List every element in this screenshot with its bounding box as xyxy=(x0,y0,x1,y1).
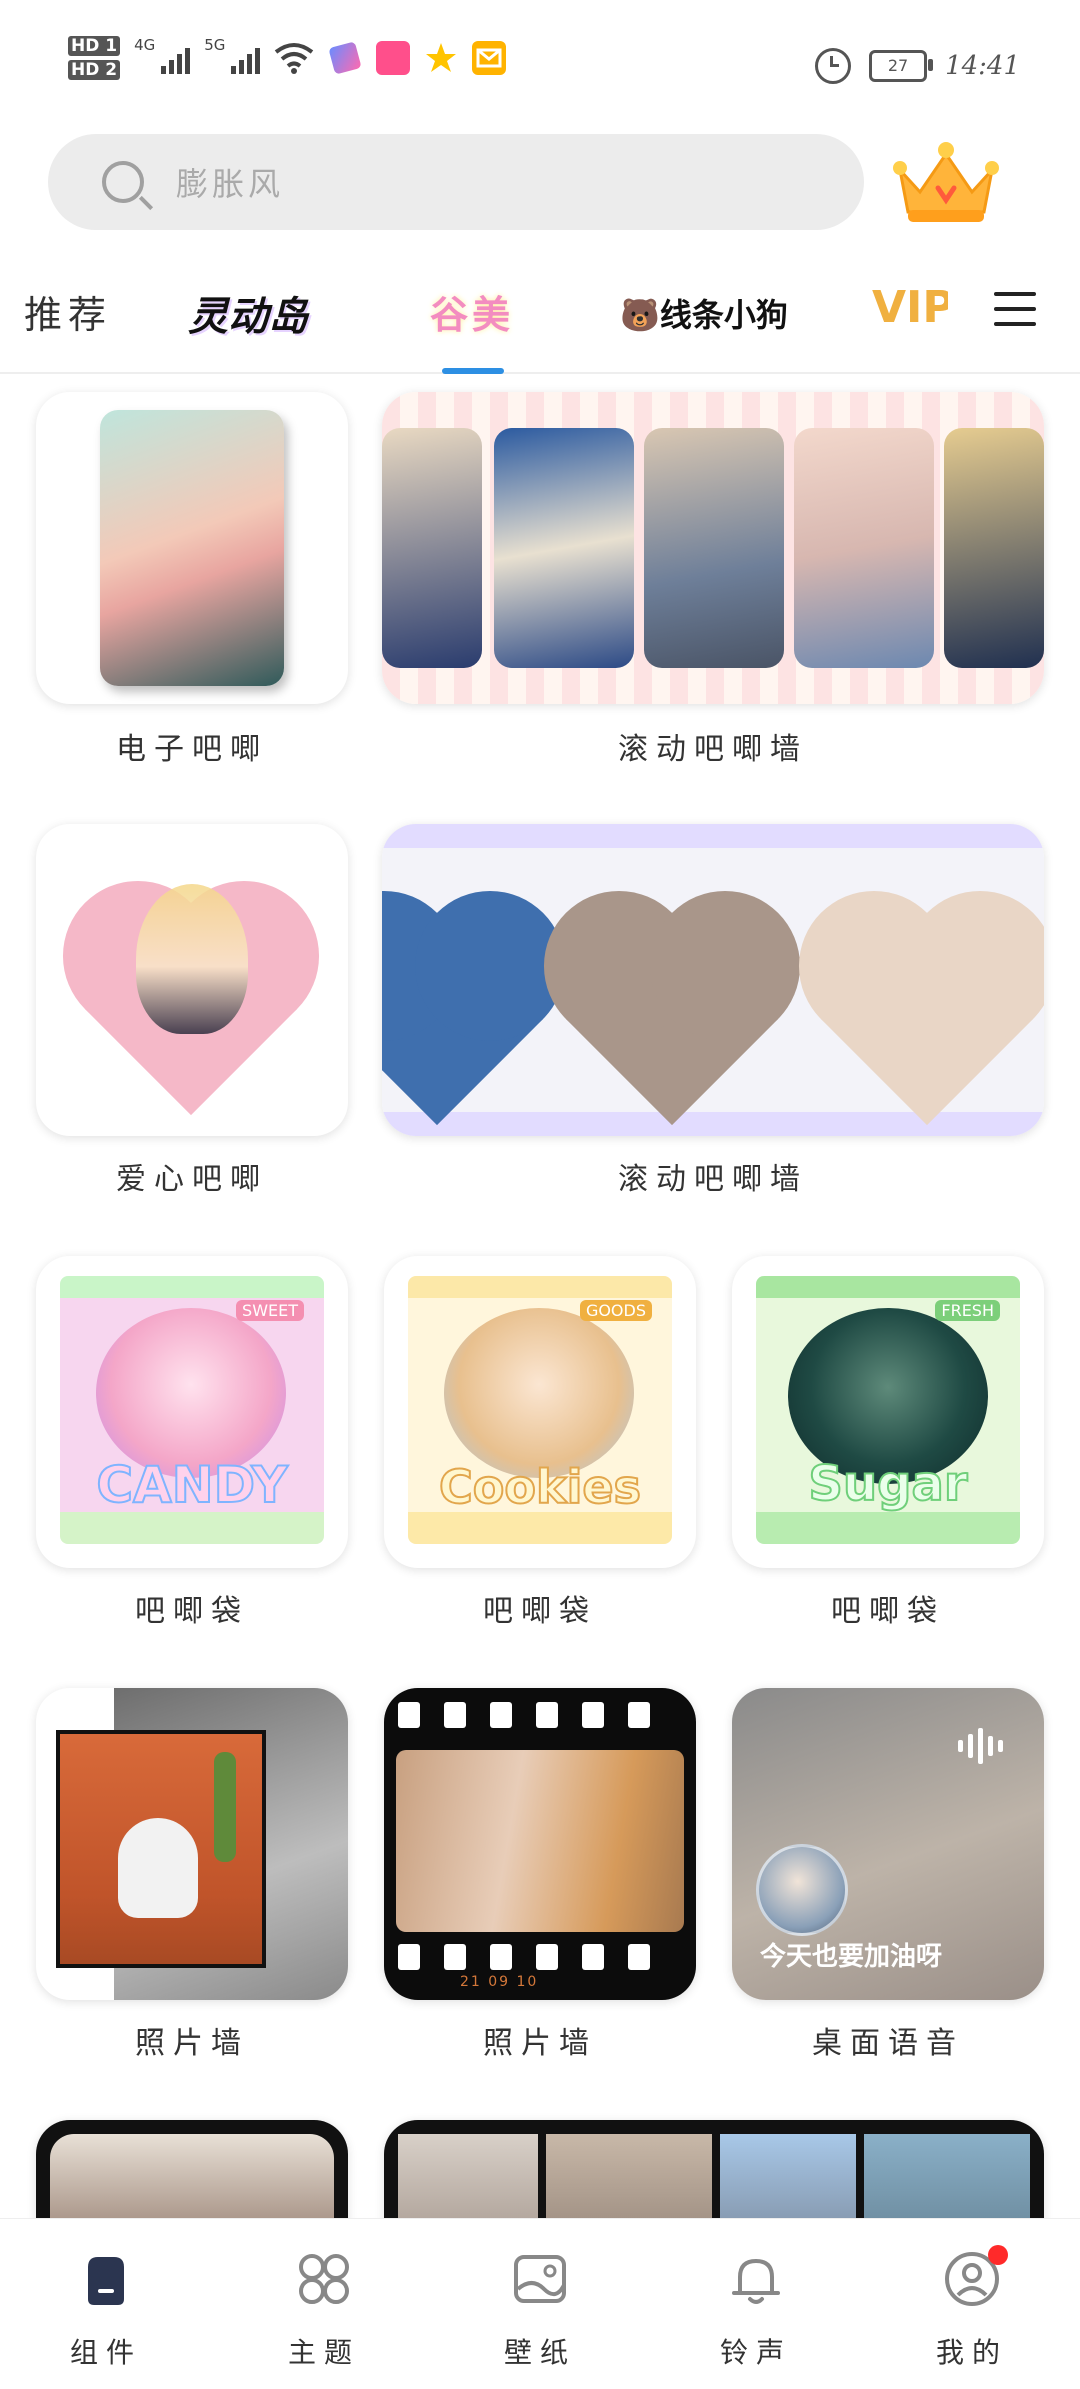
widget-card-portrait[interactable] xyxy=(36,2120,348,2218)
bell-icon xyxy=(732,2259,780,2304)
wallpaper-icon xyxy=(514,2255,566,2303)
widget-card-e-badge[interactable] xyxy=(36,392,348,704)
widget-card-desktop-voice[interactable]: 今天也要加油呀 xyxy=(732,1688,1044,2000)
bag-tag: FRESH xyxy=(935,1300,1000,1321)
voice-wave-icon xyxy=(958,1728,1003,1764)
tab-recommend[interactable]: 推荐 xyxy=(24,284,112,339)
nav-item-ringtone[interactable]: 铃声 xyxy=(676,2249,836,2371)
theme-icon xyxy=(299,2254,349,2304)
voice-text: 今天也要加油呀 xyxy=(760,1942,943,1972)
signal-icon xyxy=(161,42,191,74)
badge-thumbnail xyxy=(644,428,784,668)
net2-label: 5G xyxy=(204,36,226,54)
nav-label: 组件 xyxy=(69,2336,142,2369)
widget-card-heart-badge[interactable] xyxy=(36,824,348,1136)
tab-lingdongdao[interactable]: 灵动岛 xyxy=(188,284,308,342)
battery-icon: 27 xyxy=(869,50,934,82)
widget-icon xyxy=(88,2257,124,2305)
bag-tag: SWEET xyxy=(236,1300,304,1321)
hd1-label: HD 1 xyxy=(68,36,121,56)
star-app-icon xyxy=(426,43,457,72)
widget-card-scroll-heart-wall[interactable] xyxy=(382,824,1044,1136)
widget-card-badge-bag[interactable]: FRESH Sugar xyxy=(732,1256,1044,1568)
nav-label: 我的 xyxy=(935,2336,1008,2369)
widget-label: 电子吧唧 xyxy=(116,732,268,767)
nav-label: 壁纸 xyxy=(503,2336,576,2369)
nav-item-widgets[interactable]: 组件 xyxy=(26,2249,186,2371)
film-photo xyxy=(396,1750,684,1932)
strip-photo xyxy=(864,2134,1030,2218)
category-tabs: 推荐 灵动岛 谷美 🐻线条小狗 VIP xyxy=(0,262,1080,374)
widget-label: 吧唧袋 xyxy=(135,1594,249,1629)
widget-card-scroll-wall[interactable] xyxy=(382,392,1044,704)
hd-indicator: HD 1 HD 2 xyxy=(68,36,121,80)
badge-thumbnail xyxy=(944,428,1044,668)
tab-xiantiao[interactable]: 🐻线条小狗 xyxy=(620,290,788,336)
widget-label: 照片墙 xyxy=(135,2026,249,2061)
hd2-label: HD 2 xyxy=(68,60,121,80)
badge-thumbnail xyxy=(494,428,634,668)
bag-tag: GOODS xyxy=(579,1300,652,1321)
alarm-icon xyxy=(815,48,852,84)
badge-thumbnail xyxy=(382,428,482,668)
battery-level: 27 xyxy=(887,56,909,75)
crown-vip-icon[interactable] xyxy=(890,140,1002,226)
widget-grid: 电子吧唧 滚动吧唧墙 爱心吧唧 滚动吧唧墙 SWEET CANDY 吧唧袋 GO… xyxy=(0,374,1080,2218)
heart-badge-thumbnail xyxy=(382,912,544,1126)
strip-photo xyxy=(546,2134,712,2218)
badge-thumbnail xyxy=(794,428,934,668)
wifi-icon xyxy=(275,43,314,74)
heart-badge-thumbnail xyxy=(820,912,1034,1126)
nav-item-theme[interactable]: 主题 xyxy=(244,2249,404,2371)
film-date: 21 09 10 xyxy=(460,1974,539,1990)
widget-label: 吧唧袋 xyxy=(483,1594,597,1629)
widget-card-badge-bag[interactable]: SWEET CANDY xyxy=(36,1256,348,1568)
widget-card-photo-wall[interactable] xyxy=(36,1688,348,2000)
nav-label: 主题 xyxy=(287,2336,360,2369)
net1-label: 4G xyxy=(134,36,156,54)
bag-word: Sugar xyxy=(807,1455,968,1513)
search-bar[interactable]: 膨胀风 xyxy=(48,134,864,230)
widget-label: 照片墙 xyxy=(483,2026,597,2061)
avatar xyxy=(756,1844,848,1936)
app-notification-icon xyxy=(376,41,411,75)
widget-card-badge-bag[interactable]: GOODS Cookies xyxy=(384,1256,696,1568)
clock: 14:41 xyxy=(945,51,1020,81)
tab-gumei[interactable]: 谷美 xyxy=(430,284,514,339)
portrait-photo xyxy=(50,2134,334,2218)
heart-art xyxy=(136,884,248,1034)
widget-label: 滚动吧唧墙 xyxy=(618,732,808,767)
menu-icon[interactable] xyxy=(994,292,1036,326)
widget-card-film-photo[interactable]: 21 09 10 xyxy=(384,1688,696,2000)
widget-label: 滚动吧唧墙 xyxy=(618,1162,808,1197)
search-placeholder: 膨胀风 xyxy=(176,165,285,203)
tab-vip[interactable]: VIP xyxy=(872,282,948,333)
strip-photo xyxy=(398,2134,538,2218)
bottom-nav: 组件 主题 壁纸 铃声 我的 xyxy=(0,2218,1080,2389)
cactus xyxy=(214,1752,236,1862)
bag-art xyxy=(96,1308,286,1478)
bag-art xyxy=(444,1308,634,1478)
notification-badge xyxy=(988,2245,1008,2265)
widget-card-photo-strip[interactable] xyxy=(384,2120,1044,2218)
search-icon xyxy=(102,161,144,203)
astronaut xyxy=(118,1818,198,1918)
app-notification-icon xyxy=(328,41,363,75)
bag-word: CANDY xyxy=(95,1455,288,1515)
widget-label: 桌面语音 xyxy=(812,2026,964,2061)
nav-item-mine[interactable]: 我的 xyxy=(892,2245,1052,2371)
mail-app-icon xyxy=(472,41,507,75)
strip-photo xyxy=(720,2134,856,2218)
nav-item-wallpaper[interactable]: 壁纸 xyxy=(460,2249,620,2371)
widget-label: 吧唧袋 xyxy=(831,1594,945,1629)
bag-word: Cookies xyxy=(438,1459,642,1515)
nav-label: 铃声 xyxy=(719,2336,792,2369)
signal-icon xyxy=(231,42,261,74)
widget-label: 爱心吧唧 xyxy=(116,1162,268,1197)
badge-thumbnail xyxy=(100,410,284,686)
status-bar: HD 1 HD 2 4G 5G 27 14:41 xyxy=(0,0,1080,130)
heart-badge-thumbnail xyxy=(565,912,779,1126)
